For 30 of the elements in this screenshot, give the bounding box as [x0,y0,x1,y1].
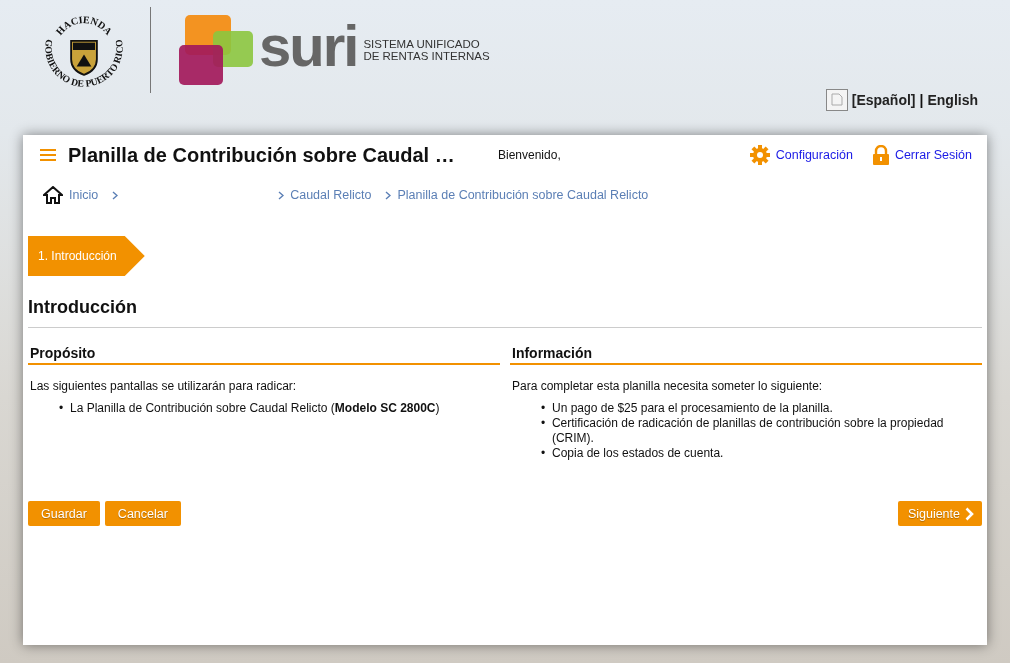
section-heading: Introducción [28,297,982,328]
breadcrumb-link[interactable]: Inicio [69,188,99,202]
page-title: Planilla de Contribución sobre Caudal … [68,143,456,167]
list-item: Un pago de $25 para el procesamiento de la planilla. [552,401,833,416]
header-link[interactable]: Configuración [749,145,853,165]
bullet: • [541,416,547,432]
breadcrumb-link[interactable]: Caudal Relicto [290,188,372,202]
breadcrumb-link[interactable]: Planilla de Contribución sobre Caudal Relicto [397,188,649,202]
panel-text: Para completar esta planilla necesita someter lo siguiente: [512,379,824,393]
panel-text: Las siguientes pantallas se utilizarán para radicar: [30,379,298,393]
step-tab[interactable]: 1. Introducción [28,236,145,276]
brand-name: suri [259,17,358,75]
language-link[interactable]: English [927,92,978,108]
language-separator: | [919,92,924,108]
action-button[interactable]: Guardar [28,501,100,526]
tagline-text: DE RENTAS INTERNAS [363,50,490,63]
tagline-text: SISTEMA UNIFICADO [363,37,481,50]
panel-title: Información [510,345,982,365]
list-item: La Planilla de Contribución sobre Caudal Relicto (Modelo SC 2800C) [70,401,440,416]
action-button[interactable]: Cancelar [104,501,181,526]
next-button[interactable]: Siguiente [897,501,982,526]
header-link[interactable]: Cerrar Sesión [872,145,972,165]
panel-title: Propósito [28,345,500,365]
list-item: Copia de los estados de cuenta. [552,446,724,461]
language-link[interactable]: [Español] [851,92,916,108]
bullet: • [541,446,547,461]
welcome-text: Bienvenido, [498,148,561,162]
list-item: Certificación de radicación de planillas de contribución sobre la propiedad (CRIM). [551,416,945,446]
bullet: • [59,401,65,416]
bullet: • [541,401,547,416]
